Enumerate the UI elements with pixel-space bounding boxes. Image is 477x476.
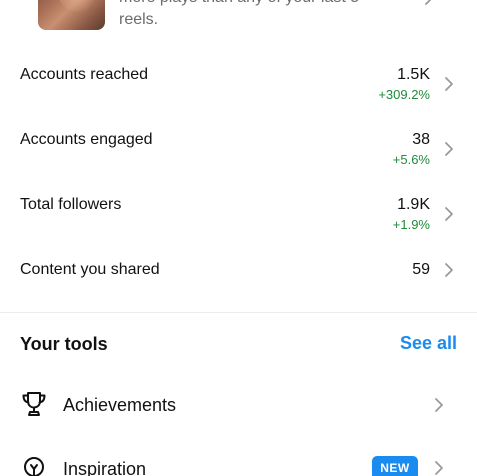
- chevron-right-icon: [445, 77, 453, 91]
- chevron-right-icon: [435, 461, 443, 475]
- lightbulb-icon: [24, 457, 44, 476]
- metric-row-accounts-engaged[interactable]: Accounts engaged 38 +5.6%: [0, 127, 477, 173]
- metric-value: 1.5K: [397, 66, 430, 83]
- metric-label: Total followers: [20, 196, 122, 213]
- insights-screen: more plays than any of your last 5 reels…: [0, 0, 477, 476]
- your-tools-title: Your tools: [20, 334, 108, 354]
- metric-label: Content you shared: [20, 261, 160, 278]
- reel-summary-line-1: more plays than any of your last 5: [119, 0, 419, 9]
- tool-label: Inspiration: [63, 459, 147, 476]
- metric-value: 59: [412, 261, 430, 278]
- tool-label: Achievements: [63, 395, 177, 415]
- metric-row-accounts-reached[interactable]: Accounts reached 1.5K +309.2%: [0, 62, 477, 108]
- new-badge: NEW: [372, 456, 418, 476]
- chevron-right-icon: [445, 207, 453, 221]
- metric-row-total-followers[interactable]: Total followers 1.9K +1.9%: [0, 192, 477, 238]
- metric-change: +1.9%: [392, 217, 430, 232]
- see-all-link[interactable]: See all: [400, 333, 457, 354]
- metric-change: +309.2%: [378, 87, 430, 102]
- metric-label: Accounts engaged: [20, 131, 153, 148]
- reel-summary-text: more plays than any of your last 5 reels…: [119, 0, 419, 31]
- tool-row-inspiration[interactable]: Inspiration NEW: [0, 448, 477, 476]
- chevron-right-icon: [435, 398, 443, 412]
- chevron-right-icon: [445, 142, 453, 156]
- chevron-right-icon: [445, 263, 453, 277]
- section-divider: [0, 312, 477, 313]
- metric-label: Accounts reached: [20, 66, 149, 83]
- reel-thumbnail: [38, 0, 105, 30]
- metric-row-content-shared[interactable]: Content you shared 59: [0, 257, 477, 287]
- metric-change: +5.6%: [392, 152, 430, 167]
- tool-row-achievements[interactable]: Achievements: [0, 383, 477, 427]
- metric-value: 1.9K: [397, 196, 430, 213]
- trophy-icon: [22, 392, 46, 416]
- top-reel-card[interactable]: more plays than any of your last 5 reels…: [0, 0, 477, 40]
- chevron-right-icon: [425, 0, 432, 5]
- reel-summary-line-2: reels.: [119, 11, 159, 28]
- metric-value: 38: [412, 131, 430, 148]
